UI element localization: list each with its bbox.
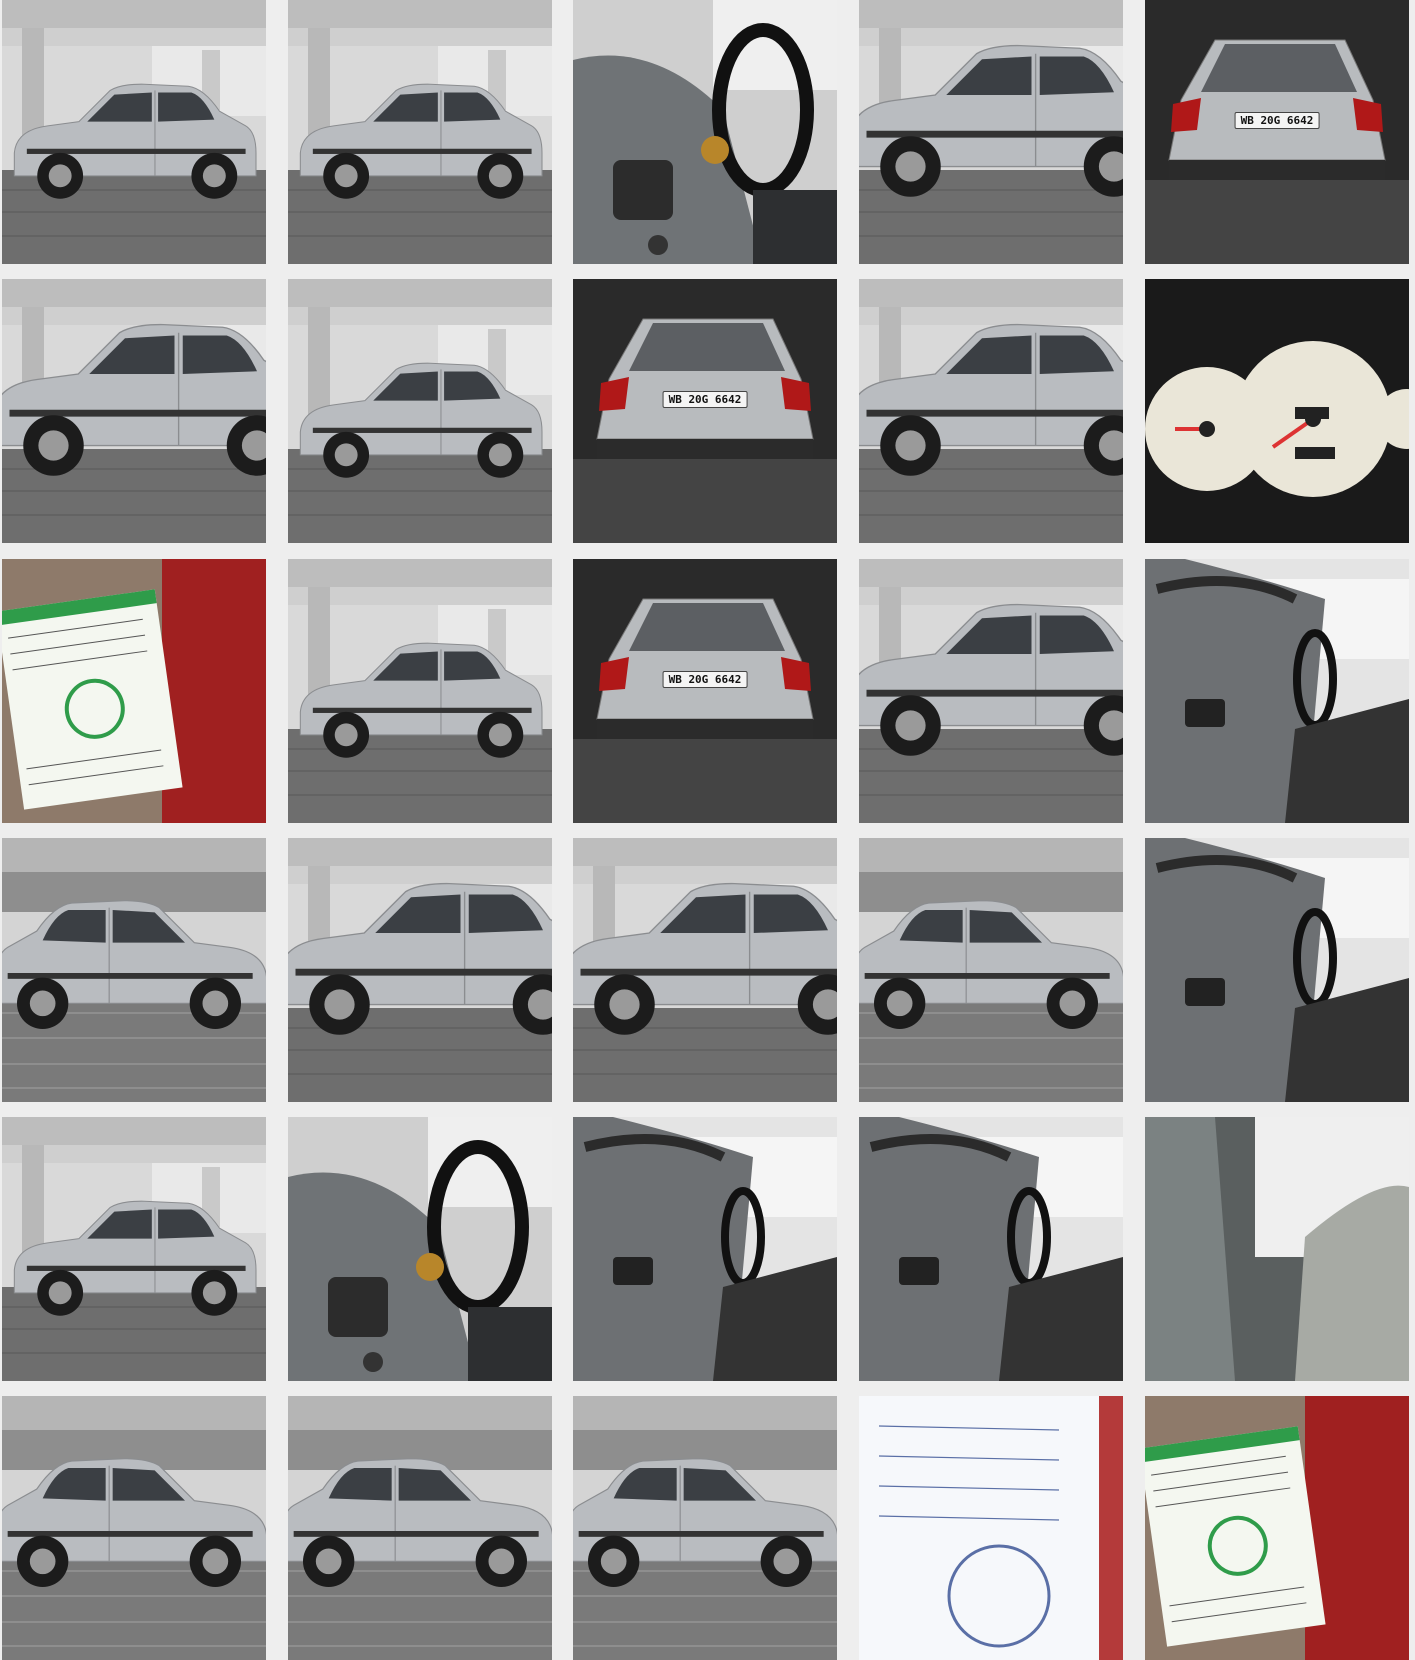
side-right-photo [859, 838, 1123, 1102]
photo-thumbnail-rear-dark[interactable]: WB 20G 6642 [573, 559, 837, 823]
rear-dark-photo [1145, 0, 1409, 264]
photo-thumbnail-side-left[interactable] [288, 279, 552, 543]
document-paper-photo [859, 1396, 1123, 1660]
rear-seat-photo [1145, 1117, 1409, 1381]
license-plate-text: WB 20G 6642 [662, 671, 748, 688]
photo-thumbnail-side-left[interactable] [2, 0, 266, 264]
side-left-photo [288, 279, 552, 543]
document-card-photo [1145, 1396, 1409, 1660]
photo-thumbnail-document-card[interactable] [1145, 1396, 1409, 1660]
interior-door-photo [859, 1117, 1123, 1381]
photo-thumbnail-interior-door[interactable] [1145, 838, 1409, 1102]
photo-thumbnail-interior-door[interactable] [1145, 559, 1409, 823]
side-left-photo [288, 0, 552, 264]
photo-thumbnail-side-right[interactable] [288, 1396, 552, 1660]
photo-thumbnail-side-close[interactable] [859, 559, 1123, 823]
side-left-photo [2, 0, 266, 264]
photo-thumbnail-side-left[interactable] [288, 0, 552, 264]
photo-thumbnail-dashboard[interactable] [573, 0, 837, 264]
side-close-photo [859, 279, 1123, 543]
photo-thumbnail-side-close[interactable] [859, 0, 1123, 264]
interior-door-photo [573, 1117, 837, 1381]
photo-thumbnail-side-close[interactable] [573, 838, 837, 1102]
side-close-photo [859, 0, 1123, 264]
photo-thumbnail-speedometer[interactable] [1145, 279, 1409, 543]
interior-door-photo [1145, 559, 1409, 823]
photo-thumbnail-document-paper[interactable] [859, 1396, 1123, 1660]
photo-thumbnail-side-right[interactable] [2, 838, 266, 1102]
photo-thumbnail-side-right[interactable] [859, 838, 1123, 1102]
photo-thumbnail-side-right[interactable] [2, 1396, 266, 1660]
rear-dark-photo [573, 559, 837, 823]
side-close-photo [859, 559, 1123, 823]
photo-thumbnail-rear-seat[interactable] [1145, 1117, 1409, 1381]
photo-thumbnail-dashboard[interactable] [288, 1117, 552, 1381]
photo-thumbnail-side-left[interactable] [2, 1117, 266, 1381]
side-close-photo [573, 838, 837, 1102]
side-left-photo [2, 1117, 266, 1381]
dashboard-photo [573, 0, 837, 264]
document-card-photo [2, 559, 266, 823]
photo-thumbnail-side-close[interactable] [859, 279, 1123, 543]
photo-thumbnail-interior-door[interactable] [573, 1117, 837, 1381]
photo-thumbnail-interior-door[interactable] [859, 1117, 1123, 1381]
license-plate-text: WB 20G 6642 [1234, 112, 1320, 129]
side-right-photo [2, 838, 266, 1102]
dashboard-photo [288, 1117, 552, 1381]
side-right-photo [2, 1396, 266, 1660]
side-close-photo [288, 838, 552, 1102]
photo-gallery-grid: WB 20G 6642 WB 20G 6642 WB 20G 6642 [0, 0, 1415, 1660]
side-right-photo [573, 1396, 837, 1660]
side-left-photo [288, 559, 552, 823]
photo-thumbnail-rear-dark[interactable]: WB 20G 6642 [573, 279, 837, 543]
license-plate-text: WB 20G 6642 [662, 391, 748, 408]
side-right-photo [288, 1396, 552, 1660]
rear-dark-photo [573, 279, 837, 543]
interior-door-photo [1145, 838, 1409, 1102]
photo-thumbnail-side-close[interactable] [2, 279, 266, 543]
photo-thumbnail-side-right[interactable] [573, 1396, 837, 1660]
side-close-photo [2, 279, 266, 543]
photo-thumbnail-rear-dark[interactable]: WB 20G 6642 [1145, 0, 1409, 264]
photo-thumbnail-side-left[interactable] [288, 559, 552, 823]
photo-thumbnail-document-card[interactable] [2, 559, 266, 823]
photo-thumbnail-side-close[interactable] [288, 838, 552, 1102]
speedometer-photo [1145, 279, 1409, 543]
